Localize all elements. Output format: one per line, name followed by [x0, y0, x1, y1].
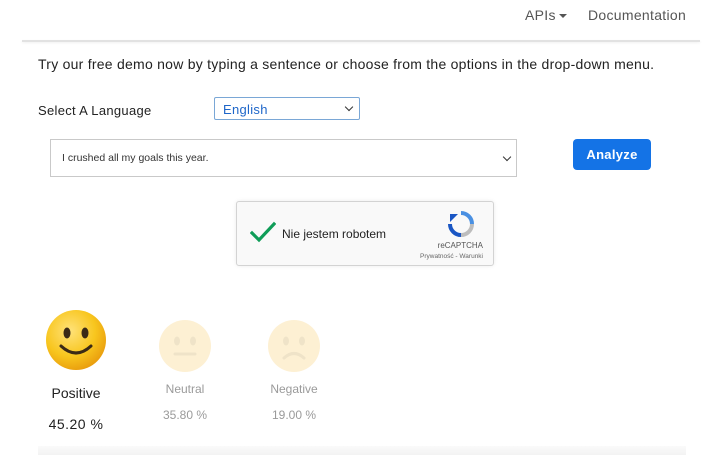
positive-percentage: 45.20 % — [48, 416, 104, 432]
apis-label: APIs — [525, 7, 556, 23]
sentence-selected-value: I crushed all my goals this year. — [62, 152, 209, 164]
negative-label: Negative — [270, 382, 318, 396]
chevron-down-icon — [344, 102, 354, 112]
negative-percentage: 19.00 % — [271, 408, 317, 422]
smiling-face-icon — [46, 310, 106, 370]
language-label: Select A Language — [38, 103, 152, 118]
intro-text: Try our free demo now by typing a senten… — [38, 56, 655, 72]
caret-down-icon — [558, 14, 567, 19]
chevron-down-icon — [502, 152, 512, 162]
recaptcha-logo-icon — [448, 211, 474, 237]
apis-dropdown[interactable]: APIs — [525, 7, 567, 23]
positive-label: Positive — [51, 385, 101, 401]
neutral-face-icon — [159, 320, 211, 372]
top-nav: APIs Documentation — [0, 0, 724, 32]
recaptcha-brand: reCAPTCHA — [437, 241, 483, 250]
neutral-label: Neutral — [165, 382, 205, 396]
analyze-button[interactable]: Analyze — [573, 139, 651, 170]
language-select[interactable]: English — [214, 97, 360, 120]
recaptcha-widget: Nie jestem robotem reCAPTCHA Prywatność … — [236, 201, 494, 266]
header-divider — [22, 40, 700, 42]
sentence-select[interactable]: I crushed all my goals this year. — [50, 139, 517, 177]
neutral-percentage: 35.80 % — [162, 408, 208, 422]
recaptcha-privacy-links[interactable]: Prywatność - Warunki — [420, 253, 483, 260]
documentation-link[interactable]: Documentation — [588, 7, 686, 23]
results-panel-edge — [38, 446, 686, 455]
checkmark-icon[interactable] — [250, 221, 276, 243]
language-selected-value: English — [223, 102, 268, 117]
recaptcha-label: Nie jestem robotem — [282, 227, 387, 241]
frowning-face-icon — [268, 320, 320, 372]
